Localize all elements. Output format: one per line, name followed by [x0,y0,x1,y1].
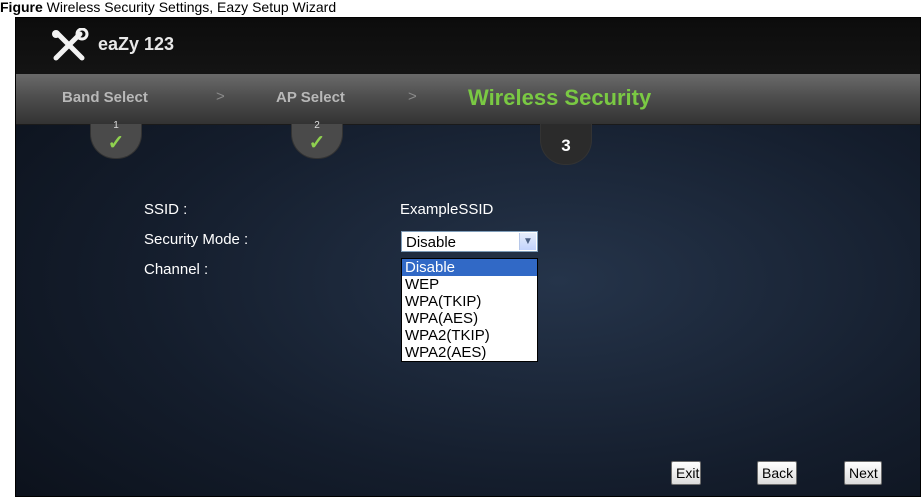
back-button[interactable]: Back [757,461,797,485]
security-mode-dropdown: Disable WEP WPA(TKIP) WPA(AES) WPA2(TKIP… [401,258,538,362]
next-button[interactable]: Next [844,461,882,485]
step-separator: > [216,88,225,105]
option-wpa-aes[interactable]: WPA(AES) [402,310,537,327]
step-2-badge: 2 ✓ [291,120,343,159]
wizard-steps-bar: Band Select > AP Select > Wireless Secur… [16,74,920,125]
check-icon: ✓ [107,132,125,154]
figure-caption-text: Wireless Security Settings, Eazy Setup W… [46,0,337,15]
figure-caption: Figure Wireless Security Settings, Eazy … [0,0,924,16]
step-3-number: 3 [561,136,571,155]
step-separator: > [408,88,417,105]
ssid-label: SSID : [144,201,188,218]
chevron-down-icon[interactable]: ▼ [519,233,536,250]
option-wep[interactable]: WEP [402,276,537,293]
tools-icon [52,28,89,61]
option-disable[interactable]: Disable [402,259,537,276]
security-mode-label: Security Mode : [144,231,249,248]
option-wpa-tkip[interactable]: WPA(TKIP) [402,293,537,310]
figure-caption-label: Figure [0,0,43,15]
app-header: eaZy 123 [16,18,920,75]
exit-button[interactable]: Exit [671,461,701,485]
step-wireless-security: Wireless Security [468,85,652,110]
step-ap-select: AP Select [276,89,345,106]
option-wpa2-tkip[interactable]: WPA2(TKIP) [402,327,537,344]
step-3-badge: 3 [540,124,592,165]
security-mode-select[interactable]: Disable ▼ [401,231,538,252]
option-wpa2-aes[interactable]: WPA2(AES) [402,344,537,361]
ssid-value: ExampleSSID [400,201,494,218]
step-band-select: Band Select [62,89,148,106]
wizard-window: eaZy 123 Band Select > AP Select > Wirel… [15,17,921,497]
step-1-badge: 1 ✓ [90,120,142,159]
check-icon: ✓ [308,132,326,154]
channel-label: Channel : [144,261,209,278]
security-mode-value: Disable [406,234,457,251]
app-title: eaZy 123 [98,34,175,54]
